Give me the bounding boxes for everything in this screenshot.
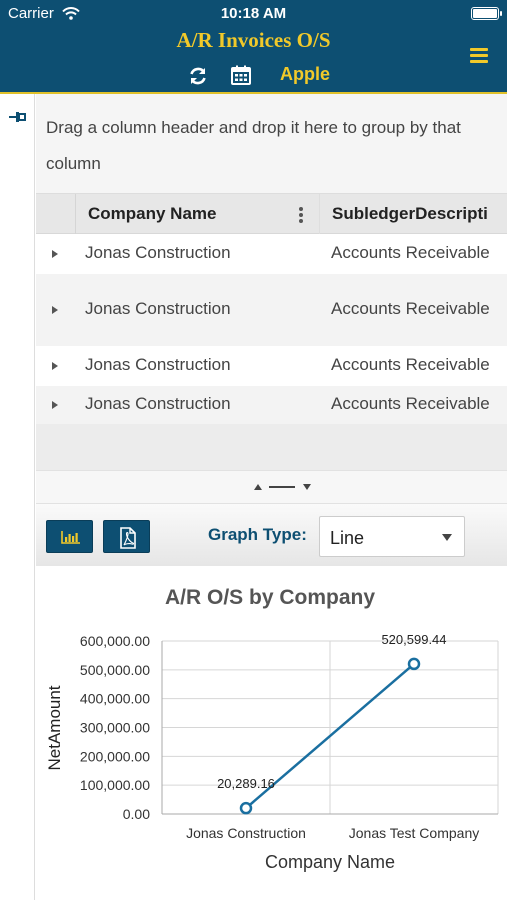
collapse-up-icon[interactable] bbox=[254, 484, 262, 490]
app-screen: { "status_bar": { "carrier": "Carrier", … bbox=[0, 0, 507, 900]
app-header: Carrier 10:18 AM A/R Invoices O/S Apple bbox=[0, 0, 507, 93]
plot-area: 0.00 100,000.00 200,000.00 300,000.00 400,00… bbox=[80, 632, 499, 841]
cell-company-name: Jonas Construction bbox=[85, 243, 231, 262]
line-chart: A/R O/S by Company NetAmount Company Nam… bbox=[45, 586, 499, 872]
table-row[interactable]: Jonas Construction Accounts Receivable bbox=[36, 234, 507, 274]
chart-panel: A/R O/S by Company NetAmount Company Nam… bbox=[36, 566, 507, 900]
menu-icon[interactable] bbox=[470, 48, 488, 64]
data-label: 20,289.16 bbox=[217, 776, 275, 791]
y-tick-label: 500,000.00 bbox=[80, 662, 150, 678]
company-selector[interactable]: Apple bbox=[280, 64, 330, 85]
pin-icon[interactable] bbox=[9, 111, 27, 123]
page-title: A/R Invoices O/S bbox=[176, 28, 331, 52]
grid-empty-area bbox=[36, 424, 507, 470]
cell-company-name: Jonas Construction bbox=[85, 299, 231, 318]
refresh-icon[interactable] bbox=[188, 66, 208, 86]
y-tick-label: 0.00 bbox=[123, 806, 150, 822]
column-header-subledger-description[interactable]: SubledgerDescripti bbox=[332, 194, 507, 234]
x-tick-label: Jonas Test Company bbox=[349, 825, 479, 841]
pane-splitter[interactable] bbox=[36, 470, 507, 504]
expand-row-icon[interactable] bbox=[52, 306, 58, 314]
status-bar: Carrier 10:18 AM bbox=[0, 0, 507, 28]
side-strip bbox=[0, 94, 35, 900]
cell-subledger-description: Accounts Receivable bbox=[331, 355, 490, 374]
y-axis-label: NetAmount bbox=[45, 685, 64, 770]
graph-type-value: Line bbox=[330, 528, 365, 548]
group-by-hint: Drag a column header and drop it here to… bbox=[46, 118, 461, 173]
y-tick-label: 200,000.00 bbox=[80, 748, 150, 764]
export-pdf-button[interactable] bbox=[103, 520, 150, 553]
table-row[interactable]: Jonas Construction Accounts Receivable bbox=[36, 386, 507, 424]
graph-type-select[interactable]: Line bbox=[319, 516, 465, 557]
x-axis-label: Company Name bbox=[265, 852, 395, 872]
battery-icon bbox=[471, 7, 502, 20]
chart-view-button[interactable] bbox=[46, 520, 93, 553]
expand-row-icon[interactable] bbox=[52, 362, 58, 370]
cell-subledger-description: Accounts Receivable bbox=[331, 243, 490, 262]
cell-subledger-description: Accounts Receivable bbox=[331, 394, 490, 413]
column-menu-icon[interactable] bbox=[298, 207, 304, 223]
status-time: 10:18 AM bbox=[220, 5, 287, 22]
y-tick-label: 300,000.00 bbox=[80, 720, 150, 736]
chevron-down-icon bbox=[442, 534, 452, 541]
expand-column-header bbox=[36, 194, 76, 234]
pdf-icon bbox=[120, 527, 136, 549]
invoice-grid: Company Name SubledgerDescripti Jonas Co… bbox=[36, 194, 507, 470]
y-tick-label: 100,000.00 bbox=[80, 777, 150, 793]
cell-company-name: Jonas Construction bbox=[85, 394, 231, 413]
splitter-handle[interactable] bbox=[269, 486, 295, 488]
graph-type-label: Graph Type: bbox=[208, 525, 307, 544]
y-tick-label: 600,000.00 bbox=[80, 633, 150, 649]
table-row[interactable]: Jonas Construction Accounts Receivable bbox=[36, 274, 507, 346]
data-point bbox=[239, 801, 253, 815]
expand-row-icon[interactable] bbox=[52, 250, 58, 258]
data-label: 520,599.44 bbox=[381, 632, 446, 647]
table-row[interactable]: Jonas Construction Accounts Receivable bbox=[36, 346, 507, 386]
chart-title: A/R O/S by Company bbox=[165, 586, 375, 609]
cell-subledger-description: Accounts Receivable bbox=[331, 299, 490, 318]
cell-company-name: Jonas Construction bbox=[85, 355, 231, 374]
bar-chart-icon bbox=[61, 531, 80, 544]
data-point bbox=[407, 657, 421, 671]
expand-down-icon[interactable] bbox=[303, 484, 311, 490]
y-tick-label: 400,000.00 bbox=[80, 691, 150, 707]
chart-toolbar: Graph Type: Line bbox=[36, 504, 507, 566]
x-tick-label: Jonas Construction bbox=[186, 825, 306, 841]
grid-header: Company Name SubledgerDescripti bbox=[36, 194, 507, 234]
expand-row-icon[interactable] bbox=[52, 401, 58, 409]
calendar-icon[interactable] bbox=[231, 65, 251, 85]
column-header-company-name[interactable]: Company Name bbox=[88, 194, 298, 234]
group-by-panel[interactable]: Drag a column header and drop it here to… bbox=[36, 94, 507, 194]
